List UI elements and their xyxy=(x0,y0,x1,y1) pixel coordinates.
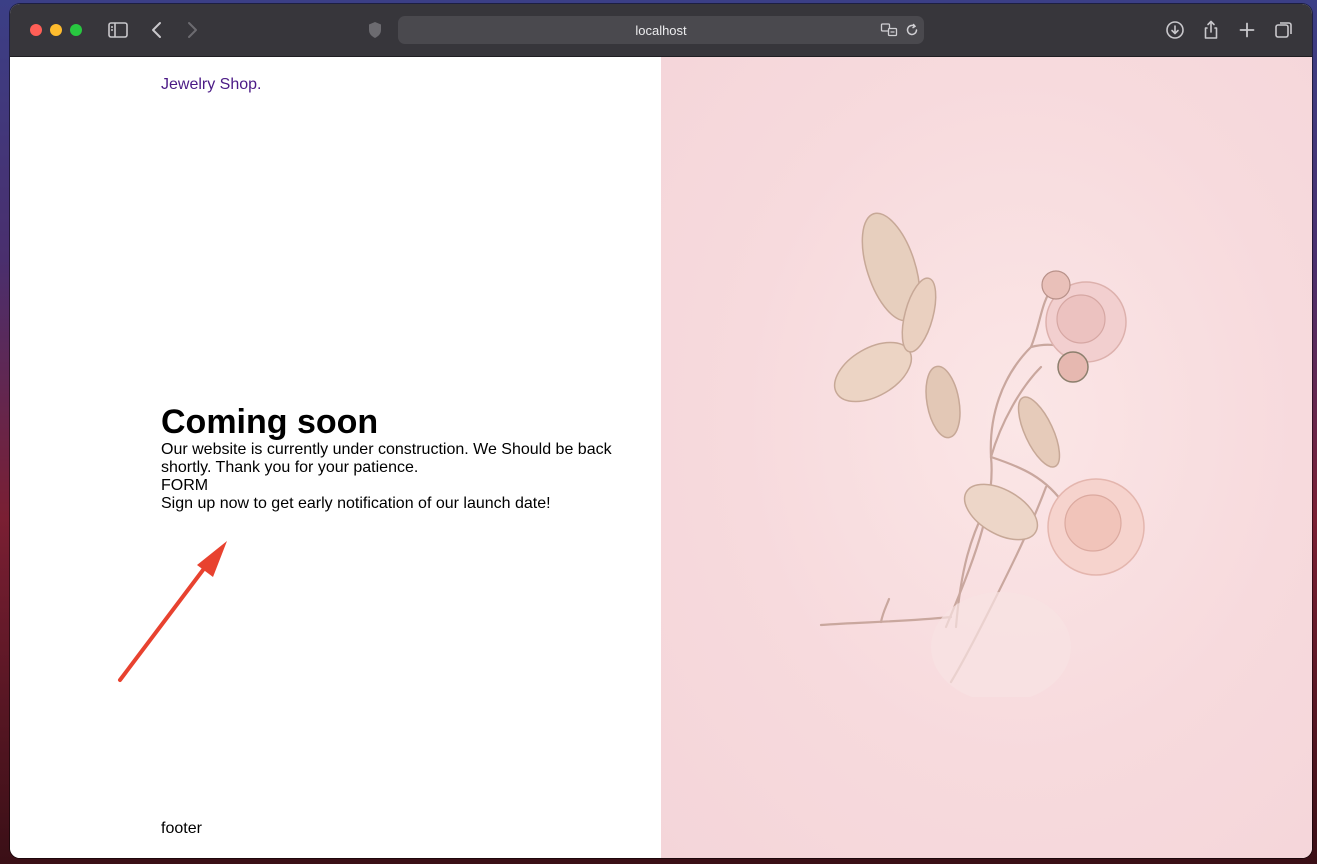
address-bar[interactable]: localhost xyxy=(398,16,924,44)
back-icon[interactable] xyxy=(145,18,169,42)
sidebar-icon[interactable] xyxy=(106,18,130,42)
annotation-arrow xyxy=(118,541,227,682)
hero-image xyxy=(661,57,1312,858)
hero-section: Coming soon Our website is currently und… xyxy=(161,403,631,513)
tabs-overview-icon[interactable] xyxy=(1272,18,1296,42)
close-window-button[interactable] xyxy=(30,24,42,36)
zoom-window-button[interactable] xyxy=(70,24,82,36)
reload-icon[interactable] xyxy=(903,21,921,39)
browser-toolbar: localhost xyxy=(10,4,1312,57)
browser-window: localhost Jewelry Shop. Coming soon Our … xyxy=(10,4,1312,858)
shield-icon[interactable] xyxy=(363,18,387,42)
signup-text: Sign up now to get early notification of… xyxy=(161,495,551,512)
forward-icon[interactable] xyxy=(180,18,204,42)
rose-branch-illustration xyxy=(819,212,1145,697)
form-placeholder: FORM xyxy=(161,477,209,494)
page-title: Coming soon xyxy=(161,403,379,441)
translate-icon[interactable] xyxy=(880,21,898,39)
url-text: localhost xyxy=(635,23,687,38)
minimize-window-button[interactable] xyxy=(50,24,62,36)
share-icon[interactable] xyxy=(1199,18,1223,42)
left-pane: Jewelry Shop. Coming soon Our website is… xyxy=(10,57,661,858)
new-tab-icon[interactable] xyxy=(1235,18,1259,42)
download-icon[interactable] xyxy=(1163,18,1187,42)
page-content: Jewelry Shop. Coming soon Our website is… xyxy=(10,57,1312,858)
brand-link[interactable]: Jewelry Shop. xyxy=(161,76,262,94)
construction-message: Our website is currently under construct… xyxy=(161,441,612,476)
page-footer: footer xyxy=(161,820,202,837)
